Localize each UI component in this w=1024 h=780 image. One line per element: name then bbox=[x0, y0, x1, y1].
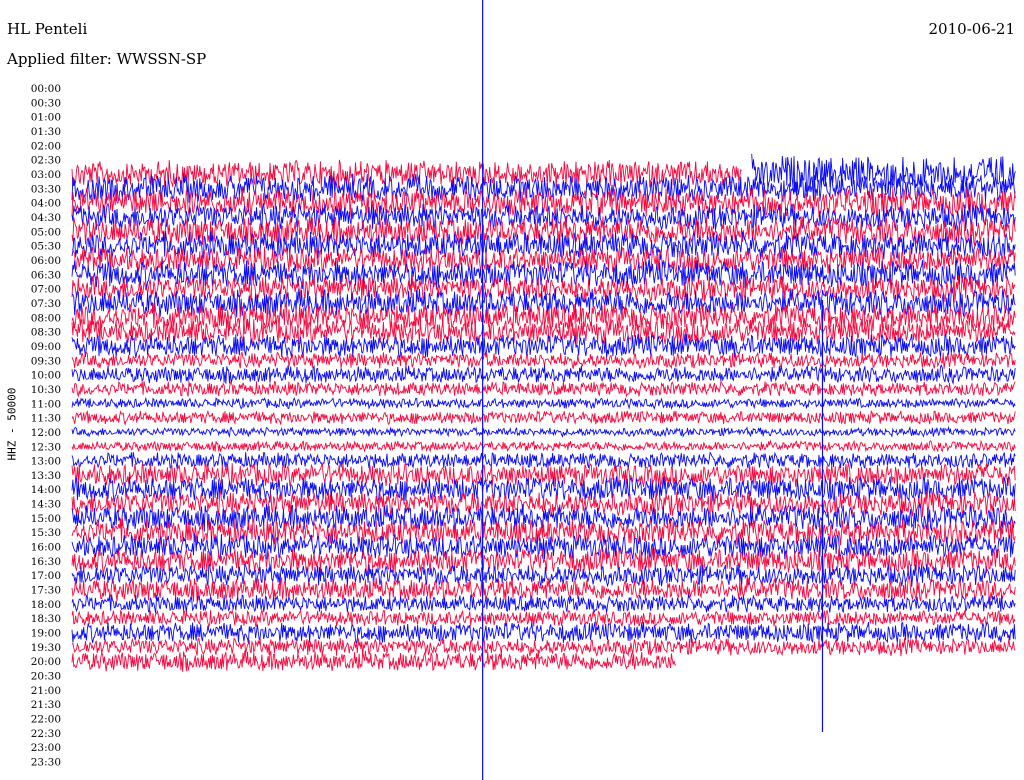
trace-1800-blue-31 bbox=[71, 593, 1016, 614]
tick-label-0230: 02:30 bbox=[31, 155, 61, 167]
tick-label-0900: 09:00 bbox=[31, 341, 61, 353]
trace-1200-blue-19 bbox=[71, 425, 1016, 439]
tick-label-1600: 16:00 bbox=[31, 542, 61, 554]
tick-label-1000: 10:00 bbox=[31, 370, 61, 382]
tick-label-1130: 11:30 bbox=[31, 413, 61, 425]
tick-label-2130: 21:30 bbox=[31, 699, 61, 711]
tick-label-0200: 02:00 bbox=[31, 140, 61, 152]
tick-label-0730: 07:30 bbox=[31, 298, 61, 310]
tick-label-1430: 14:30 bbox=[31, 499, 61, 511]
tick-label-0700: 07:00 bbox=[31, 284, 61, 296]
trace-1130-red-18 bbox=[71, 409, 1016, 427]
trace-2000-red-35 bbox=[71, 649, 676, 672]
tick-label-1630: 16:30 bbox=[31, 556, 61, 568]
trace-1300-blue-21 bbox=[71, 451, 1016, 470]
tick-label-1400: 14:00 bbox=[31, 484, 61, 496]
trace-1000-blue-15 bbox=[71, 364, 1016, 385]
helicorder-plot: 00:00 00:30 01:00 01:30 02:00 02:30 03:00 03:30… bbox=[31, 0, 1016, 780]
tick-label-0500: 05:00 bbox=[31, 226, 61, 238]
time-tick-labels: 00:00 00:30 01:00 01:30 02:00 02:30 03:00 03:30… bbox=[31, 83, 61, 769]
tick-label-0800: 08:00 bbox=[31, 312, 61, 324]
trace-1100-blue-17 bbox=[71, 396, 1016, 410]
tick-label-0600: 06:00 bbox=[31, 255, 61, 267]
tick-label-1530: 15:30 bbox=[31, 527, 61, 539]
tick-label-0100: 01:00 bbox=[31, 112, 61, 124]
tick-label-1800: 18:00 bbox=[31, 599, 61, 611]
tick-label-0330: 03:30 bbox=[31, 183, 61, 195]
tick-label-2100: 21:00 bbox=[31, 685, 61, 697]
tick-label-2030: 20:30 bbox=[31, 671, 61, 683]
tick-label-2200: 22:00 bbox=[31, 714, 61, 726]
tick-label-1230: 12:30 bbox=[31, 441, 61, 453]
tick-label-0830: 08:30 bbox=[31, 327, 61, 339]
tick-label-0400: 04:00 bbox=[31, 198, 61, 210]
tick-label-1330: 13:30 bbox=[31, 470, 61, 482]
tick-label-1830: 18:30 bbox=[31, 613, 61, 625]
tick-label-2000: 20:00 bbox=[31, 656, 61, 668]
trace-1900-blue-33 bbox=[71, 621, 1016, 645]
trace-0930-red-14 bbox=[71, 351, 1016, 370]
tick-label-1030: 10:30 bbox=[31, 384, 61, 396]
tick-label-1300: 13:00 bbox=[31, 456, 61, 468]
tick-label-0530: 05:30 bbox=[31, 241, 61, 253]
trace-1830-red-32 bbox=[71, 608, 1016, 628]
tick-label-0130: 01:30 bbox=[31, 126, 61, 138]
tick-label-0630: 06:30 bbox=[31, 269, 61, 281]
tick-label-2330: 23:30 bbox=[31, 757, 61, 769]
tick-label-2230: 22:30 bbox=[31, 728, 61, 740]
trace-1230-red-20 bbox=[71, 439, 1016, 453]
tick-label-0030: 00:30 bbox=[31, 97, 61, 109]
tick-label-0000: 00:00 bbox=[31, 83, 61, 95]
tick-label-2300: 23:00 bbox=[31, 742, 61, 754]
tick-label-1100: 11:00 bbox=[31, 398, 61, 410]
tick-label-0430: 04:30 bbox=[31, 212, 61, 224]
tick-label-1200: 12:00 bbox=[31, 427, 61, 439]
trace-1930-red-34 bbox=[71, 637, 1016, 657]
tick-label-1730: 17:30 bbox=[31, 585, 61, 597]
trace-1030-red-16 bbox=[71, 380, 1016, 398]
tick-label-1930: 19:30 bbox=[31, 642, 61, 654]
tick-label-0300: 03:00 bbox=[31, 169, 61, 181]
tick-label-1500: 15:00 bbox=[31, 513, 61, 525]
tick-label-1900: 19:00 bbox=[31, 628, 61, 640]
tick-label-0930: 09:30 bbox=[31, 355, 61, 367]
tick-label-1700: 17:00 bbox=[31, 570, 61, 582]
seismic-traces bbox=[71, 153, 1016, 672]
